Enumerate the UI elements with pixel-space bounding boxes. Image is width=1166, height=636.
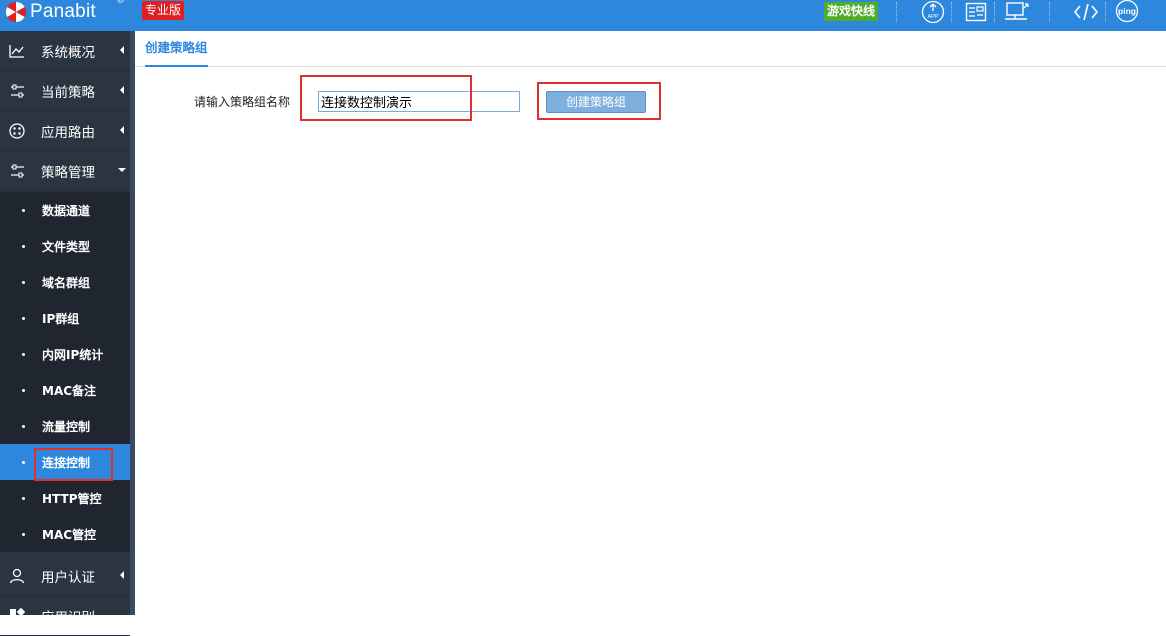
- submenu-item-mac-control[interactable]: MAC管控: [0, 516, 130, 552]
- chart-icon: [0, 44, 34, 58]
- bullet-icon: [22, 316, 25, 320]
- divider: [896, 2, 897, 22]
- export-icon[interactable]: [1004, 0, 1032, 24]
- bullet-icon: [22, 280, 25, 284]
- registered-mark: ®: [116, 0, 125, 6]
- edition-badge: 专业版: [142, 1, 185, 20]
- chevron-left-icon: [120, 46, 124, 54]
- submenu-item-label: 域名群组: [42, 275, 91, 290]
- policy-submenu: 数据通道 文件类型 域名群组 IP群组 内网IP统计 MAC备注 流量控制 连接…: [0, 192, 130, 552]
- app-icon-text: APP: [927, 14, 938, 20]
- divider: [1105, 2, 1106, 22]
- tab-create-policy-group[interactable]: 创建策略组: [145, 31, 208, 67]
- sliders-icon: [0, 164, 34, 178]
- submenu-item-label: HTTP管控: [42, 491, 102, 506]
- submenu-item-http-control[interactable]: HTTP管控: [0, 480, 130, 516]
- submenu-item-label: MAC备注: [42, 383, 97, 398]
- top-bar: Panabit ® 专业版 游戏快线 APP ping: [0, 0, 1166, 31]
- submenu-item-traffic-control[interactable]: 流量控制: [0, 408, 130, 444]
- user-icon: [0, 568, 34, 584]
- sidebar-item-system-overview[interactable]: 系统概况: [0, 31, 130, 71]
- main-content: 创建策略组 请输入策略组名称 创建策略组: [135, 31, 1166, 615]
- route-icon: [0, 122, 34, 139]
- submenu-item-lan-ip-stats[interactable]: 内网IP统计: [0, 336, 130, 372]
- submenu-item-label: 文件类型: [42, 239, 91, 254]
- chevron-down-icon: [118, 168, 126, 172]
- highlight-box-nav: [34, 448, 113, 481]
- bullet-icon: [22, 496, 25, 500]
- submenu-item-label: 流量控制: [42, 419, 91, 434]
- sidebar-item-label: 应用路由: [41, 124, 95, 141]
- sidebar-item-label: 用户认证: [41, 569, 95, 586]
- submenu-item-label: 内网IP统计: [42, 347, 104, 362]
- apps-icon: [0, 607, 34, 624]
- code-icon[interactable]: [1072, 0, 1100, 24]
- divider: [951, 2, 952, 22]
- sidebar-item-label: 策略管理: [41, 164, 95, 181]
- submenu-item-label: IP群组: [42, 311, 80, 326]
- sidebar-item-user-auth[interactable]: 用户认证: [0, 556, 130, 596]
- sidebar: 系统概况 当前策略 应用路由 策略管理 数据通道 文件类型 域名群组 IP群组 …: [0, 31, 130, 636]
- submenu-item-ip-group[interactable]: IP群组: [0, 300, 130, 336]
- game-accel-button[interactable]: 游戏快线: [824, 2, 878, 21]
- ping-icon[interactable]: ping: [1113, 0, 1141, 24]
- highlight-box-button: [537, 82, 661, 120]
- bullet-icon: [22, 460, 25, 464]
- bullet-icon: [22, 208, 25, 212]
- submenu-item-label: MAC管控: [42, 527, 97, 542]
- chevron-left-icon: [120, 86, 124, 94]
- tab-bar: 创建策略组: [135, 31, 1166, 67]
- panabit-logo-icon: [5, 1, 27, 23]
- sidebar-item-app-routing[interactable]: 应用路由: [0, 111, 130, 151]
- logo: Panabit: [4, 0, 96, 24]
- bullet-icon: [22, 352, 25, 356]
- bullet-icon: [22, 424, 25, 428]
- sidebar-item-label: 当前策略: [41, 84, 95, 101]
- list-icon[interactable]: [962, 0, 990, 24]
- submenu-item-data-channel[interactable]: 数据通道: [0, 192, 130, 228]
- bullet-icon: [22, 244, 25, 248]
- sidebar-item-label: 系统概况: [41, 44, 95, 61]
- bullet-icon: [22, 388, 25, 392]
- sidebar-item-app-recognition[interactable]: 应用识别: [0, 596, 130, 636]
- sidebar-item-current-policy[interactable]: 当前策略: [0, 71, 130, 111]
- sliders-icon: [0, 84, 34, 98]
- ping-icon-text: ping: [1118, 6, 1136, 16]
- logo-text: Panabit: [30, 1, 96, 22]
- submenu-item-domain-group[interactable]: 域名群组: [0, 264, 130, 300]
- bullet-icon: [22, 532, 25, 536]
- app-icon[interactable]: APP: [919, 0, 947, 24]
- chevron-left-icon: [120, 571, 124, 579]
- divider: [994, 2, 995, 22]
- sidebar-item-label: 应用识别: [41, 609, 95, 626]
- highlight-box-input: [300, 75, 472, 121]
- submenu-item-label: 数据通道: [42, 203, 91, 218]
- submenu-item-mac-notes[interactable]: MAC备注: [0, 372, 130, 408]
- sidebar-item-policy-management[interactable]: 策略管理: [0, 151, 130, 191]
- chevron-left-icon: [120, 126, 124, 134]
- divider: [1049, 2, 1050, 22]
- policy-group-name-label: 请输入策略组名称: [194, 95, 291, 109]
- submenu-item-file-type[interactable]: 文件类型: [0, 228, 130, 264]
